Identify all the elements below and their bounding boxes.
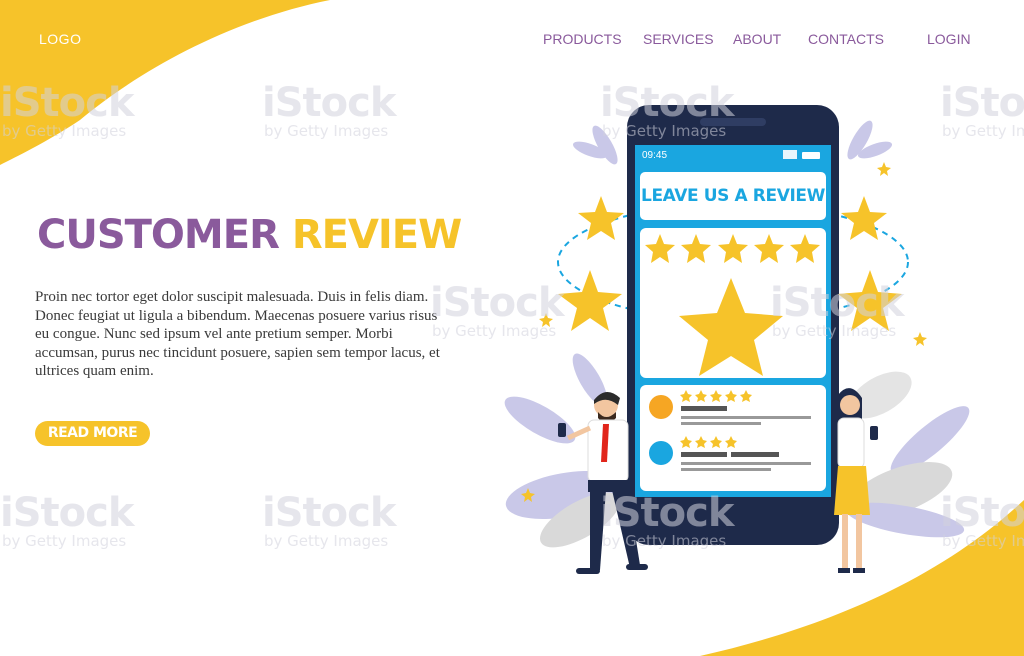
hero-title-part2: REVIEW <box>291 212 462 258</box>
review-illustration <box>504 105 970 574</box>
nav-about[interactable]: ABOUT <box>733 31 781 47</box>
hero-description: Proin nec tortor eget dolor suscipit mal… <box>35 289 440 379</box>
hero-title-part1: CUSTOMER <box>37 212 280 258</box>
main-nav: PRODUCTS SERVICES ABOUT CONTACTS LOGIN <box>0 31 1024 51</box>
leave-review-heading: LEAVE US A REVIEW <box>640 172 826 220</box>
nav-products[interactable]: PRODUCTS <box>543 31 622 47</box>
nav-contacts[interactable]: CONTACTS <box>808 31 884 47</box>
read-more-button[interactable]: READ MORE <box>35 421 150 446</box>
nav-login[interactable]: LOGIN <box>927 31 971 47</box>
hero-title: CUSTOMER REVIEW <box>37 212 462 258</box>
phone-time: 09:45 <box>642 150 668 161</box>
nav-services[interactable]: SERVICES <box>643 31 714 47</box>
